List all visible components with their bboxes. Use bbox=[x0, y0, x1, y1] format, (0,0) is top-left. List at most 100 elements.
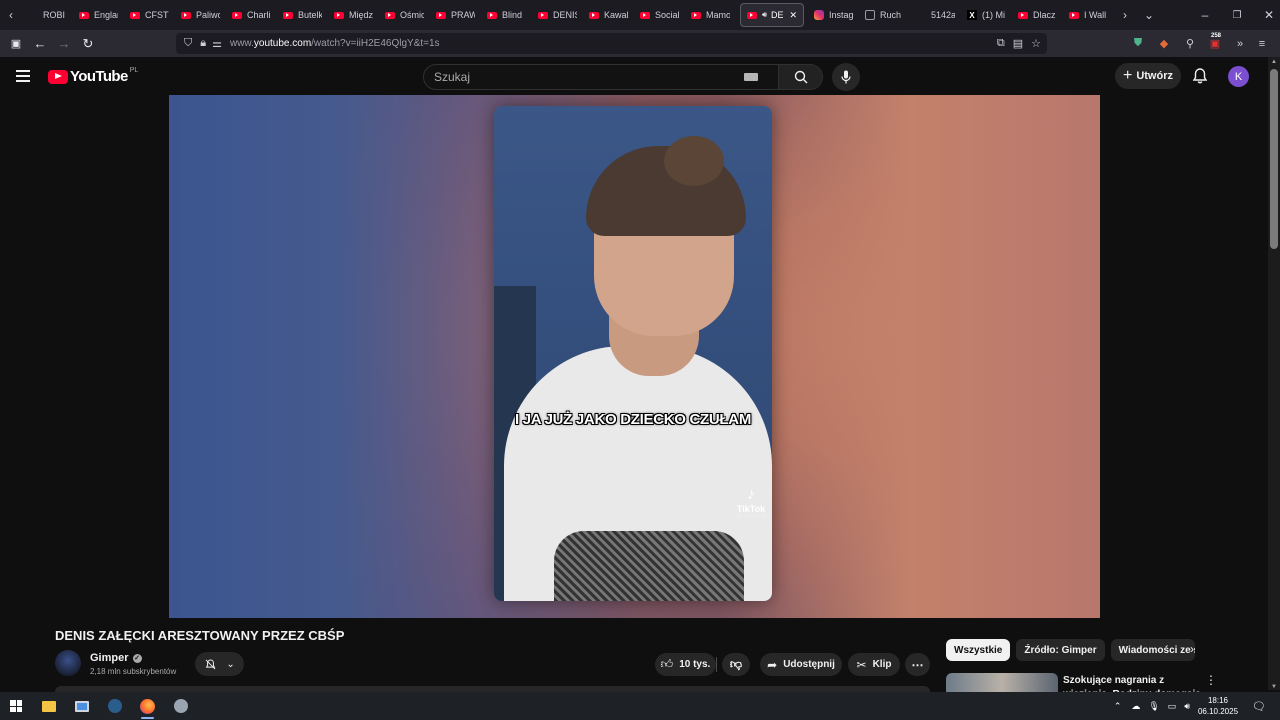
related-video-thumbnail[interactable] bbox=[946, 673, 1058, 693]
channel-name[interactable]: Gimper bbox=[90, 652, 129, 664]
chip-all[interactable]: Wszystkie bbox=[946, 639, 1011, 661]
video-scene-hair-bun bbox=[664, 136, 724, 186]
badge-extension-icon[interactable]: ▣ 258 bbox=[1204, 33, 1226, 50]
tab[interactable]: Butelk bbox=[277, 0, 328, 30]
yt-favicon-icon bbox=[1069, 11, 1079, 19]
clock[interactable]: 18:16 06.10.2025 bbox=[1198, 695, 1238, 717]
search-box[interactable]: Szukaj bbox=[423, 64, 823, 90]
extensions-icon[interactable]: ⚲ bbox=[1182, 37, 1198, 50]
search-input[interactable]: Szukaj bbox=[434, 70, 744, 84]
forward-button[interactable]: → bbox=[52, 32, 76, 56]
chips-next-arrow-icon[interactable]: › bbox=[1190, 642, 1194, 656]
tab[interactable]: DENIS bbox=[532, 0, 583, 30]
tab-list-button[interactable]: ⌄ bbox=[1138, 0, 1160, 30]
chip-world-news[interactable]: Wiadomości ze św bbox=[1110, 639, 1195, 661]
tab[interactable]: X (1) Mi bbox=[961, 0, 1012, 30]
app-menu-icon[interactable]: ≡ bbox=[1254, 38, 1270, 50]
guide-menu-icon[interactable] bbox=[16, 70, 30, 85]
tab[interactable]: CFSTY bbox=[124, 0, 175, 30]
voice-search-button[interactable] bbox=[832, 63, 860, 91]
tab[interactable]: Social bbox=[634, 0, 685, 30]
close-window-button[interactable]: ✕ bbox=[1258, 0, 1280, 30]
more-actions-button[interactable]: ⋯ bbox=[905, 653, 930, 676]
start-button[interactable] bbox=[0, 692, 32, 720]
tab[interactable]: Międz bbox=[328, 0, 379, 30]
onedrive-cloud-icon[interactable]: ☁ bbox=[1131, 701, 1140, 712]
tab[interactable]: ROBI bbox=[22, 0, 73, 30]
channel-name-row[interactable]: Gimper ✓ bbox=[90, 652, 142, 664]
channel-avatar[interactable] bbox=[55, 650, 81, 676]
ublock-shield-icon[interactable]: ⛊ bbox=[1130, 37, 1146, 50]
tab[interactable]: Charli bbox=[226, 0, 277, 30]
shield-icon[interactable]: ⛉ bbox=[184, 37, 192, 50]
minimize-button[interactable]: – bbox=[1194, 0, 1216, 30]
tab-scroll-left-button[interactable]: ‹ bbox=[0, 0, 22, 30]
clip-button[interactable]: ✂ Klip bbox=[848, 653, 900, 676]
tab[interactable]: Dlacz bbox=[1012, 0, 1063, 30]
reader-view-icon[interactable]: ▤ bbox=[1013, 37, 1023, 50]
keyboard-icon[interactable] bbox=[744, 73, 758, 81]
dislike-button[interactable]: 👎︎ bbox=[722, 653, 750, 676]
restore-button[interactable]: ❐ bbox=[1226, 0, 1248, 30]
subscribed-notifications-button[interactable]: ⌄ bbox=[195, 652, 244, 676]
tab[interactable]: Ośmic bbox=[379, 0, 430, 30]
network-icon[interactable]: ▭ bbox=[1168, 701, 1177, 712]
tab[interactable]: Englan bbox=[73, 0, 124, 30]
page-scrollbar[interactable]: ▲ ▼ bbox=[1268, 57, 1280, 690]
permissions-icon[interactable]: ⚌ bbox=[212, 37, 222, 50]
firefox-taskbar-icon[interactable] bbox=[131, 692, 164, 720]
create-label: Utwórz bbox=[1136, 70, 1173, 82]
back-button[interactable]: ← bbox=[28, 32, 52, 56]
like-button[interactable]: 👍︎ 10 tys. bbox=[655, 653, 716, 676]
tab[interactable]: Paliwo bbox=[175, 0, 226, 30]
tab[interactable]: Mamo bbox=[685, 0, 736, 30]
tab[interactable]: 5142a6d5 bbox=[910, 0, 961, 30]
tab[interactable]: PRAW bbox=[430, 0, 481, 30]
youtube-logo[interactable]: YouTube PL bbox=[48, 67, 138, 85]
lock-icon[interactable]: 🔒︎ bbox=[200, 37, 206, 50]
blank-favicon-icon bbox=[916, 10, 926, 20]
microphone-tray-icon[interactable]: 🎙︎ bbox=[1148, 701, 1159, 712]
tab-close-icon[interactable]: ✕ bbox=[789, 10, 797, 21]
tab-label: Butelk bbox=[298, 10, 322, 20]
account-avatar[interactable]: K bbox=[1228, 66, 1249, 87]
tray-overflow-chevron-icon[interactable]: ⌃ bbox=[1114, 701, 1122, 712]
create-button[interactable]: + Utwórz bbox=[1115, 63, 1181, 89]
computer-taskbar-icon[interactable] bbox=[65, 692, 98, 720]
yt-favicon-icon bbox=[589, 11, 599, 19]
bookmark-star-icon[interactable]: ☆ bbox=[1031, 37, 1041, 50]
tiktok-logo-icon: ♪ bbox=[747, 486, 755, 503]
reload-button[interactable]: ↻ bbox=[76, 32, 100, 56]
tab-audio-icon[interactable]: 🔊︎ bbox=[762, 10, 767, 20]
app-taskbar-icon[interactable] bbox=[164, 692, 197, 720]
picture-in-picture-icon[interactable]: ⧉ bbox=[997, 37, 1005, 50]
tab[interactable]: I Wall bbox=[1063, 0, 1114, 30]
volume-icon[interactable]: 🔊︎ bbox=[1184, 701, 1190, 712]
tab[interactable]: Ruch bbox=[859, 0, 910, 30]
sidebar-toggle-icon[interactable]: ▣ bbox=[4, 32, 28, 56]
tab-scroll-right-button[interactable]: › bbox=[1114, 0, 1136, 30]
steam-taskbar-icon[interactable] bbox=[98, 692, 131, 720]
share-button[interactable]: ➦ Udostępnij bbox=[760, 653, 842, 676]
overflow-chevron-icon[interactable]: » bbox=[1232, 38, 1248, 50]
tab[interactable]: Blind bbox=[481, 0, 532, 30]
video-player[interactable]: I JA JUŻ JAKO DZIECKO CZUŁAM ♪ TikTok @ … bbox=[169, 95, 1100, 618]
chip-source-channel[interactable]: Źródło: Gimper bbox=[1016, 639, 1105, 661]
scrollbar-thumb[interactable] bbox=[1270, 69, 1278, 249]
related-video-title[interactable]: Szokujące nagrania z więzienia. Rodziny … bbox=[1063, 674, 1203, 692]
tab[interactable]: Kawal bbox=[583, 0, 634, 30]
verified-check-icon: ✓ bbox=[132, 653, 142, 663]
tab[interactable]: Instag bbox=[808, 0, 859, 30]
scroll-up-arrow-icon[interactable]: ▲ bbox=[1271, 59, 1277, 65]
tiktok-watermark-text: TikTok bbox=[736, 504, 766, 514]
related-video-menu-icon[interactable]: ⋮ bbox=[1205, 673, 1217, 687]
scroll-down-arrow-icon[interactable]: ▼ bbox=[1271, 684, 1277, 690]
notification-center-icon[interactable]: 🗨︎ bbox=[1252, 700, 1266, 713]
url-bar[interactable]: ⛉ 🔒︎ ⚌ www.youtube.com/watch?v=iiH2E46Ql… bbox=[176, 33, 1047, 54]
tab-label: Charli bbox=[247, 10, 271, 20]
search-button[interactable] bbox=[778, 65, 822, 89]
tab-active[interactable]: 🔊︎ DEN ✕ bbox=[740, 3, 804, 27]
notifications-button[interactable] bbox=[1190, 66, 1210, 86]
fox-extension-icon[interactable]: ◆ bbox=[1156, 37, 1172, 50]
file-explorer-taskbar-icon[interactable] bbox=[32, 692, 65, 720]
